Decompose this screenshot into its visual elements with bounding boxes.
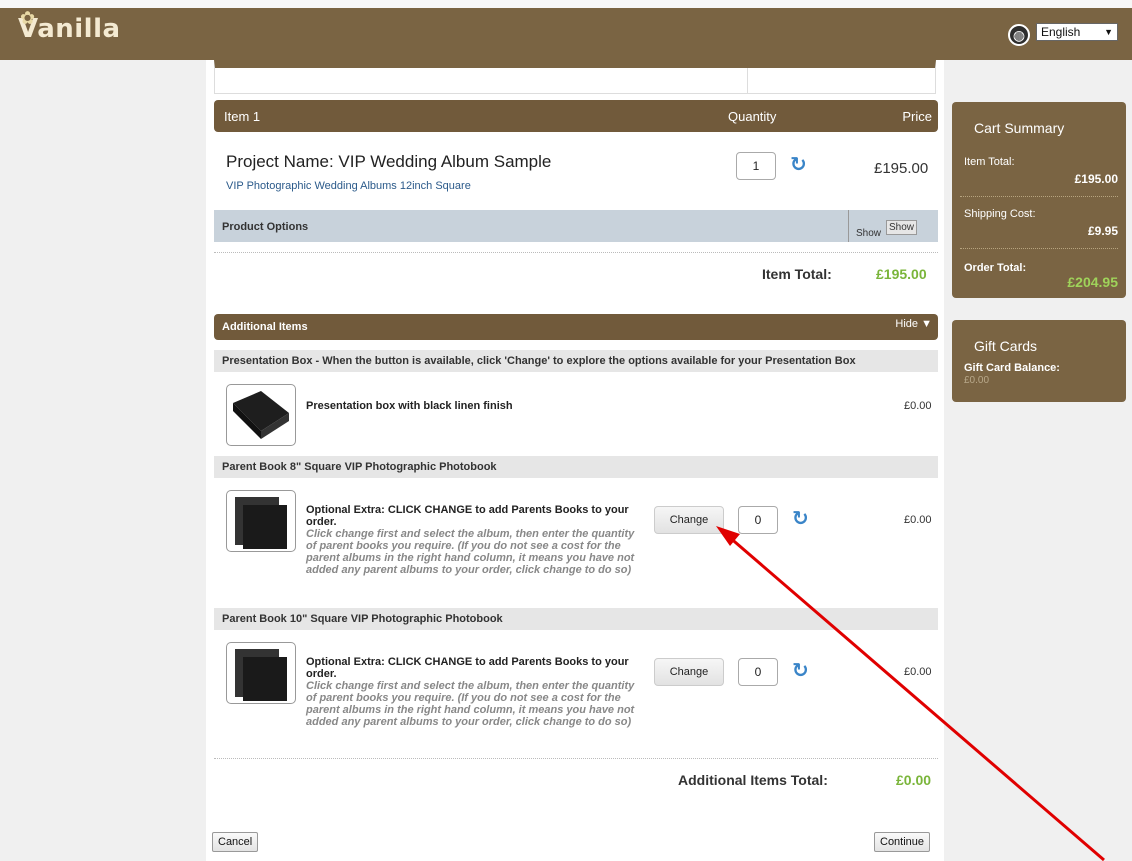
cancel-button[interactable]: Cancel bbox=[212, 832, 259, 852]
shipping-cost-value: £9.95 bbox=[1087, 224, 1118, 238]
parent-book-10-note: Click change first and select the album,… bbox=[306, 680, 635, 728]
divider bbox=[214, 252, 938, 253]
item-quantity-input[interactable]: 1 bbox=[736, 152, 776, 180]
parent-book-10-text: Optional Extra: CLICK CHANGE to add Pare… bbox=[306, 656, 629, 680]
chevron-down-icon: ▼ bbox=[1104, 27, 1113, 37]
item-header: Item 1 Quantity Price bbox=[214, 100, 938, 132]
cart-summary-panel: Cart Summary Item Total: £195.00 Shippin… bbox=[952, 102, 1126, 298]
item-header-title: Item 1 bbox=[224, 109, 261, 124]
grid-stub bbox=[214, 60, 936, 94]
parent-book-8-price: £0.00 bbox=[904, 514, 932, 526]
section-title: Parent Book 10" Square VIP Photographic … bbox=[222, 613, 503, 625]
refresh-icon[interactable]: ↻ bbox=[792, 506, 809, 531]
top-bar: ✿ Vanilla ◍ English ▼ bbox=[0, 0, 1132, 60]
section-presentation-box: Presentation Box - When the button is av… bbox=[214, 350, 938, 372]
product-subtitle[interactable]: VIP Photographic Wedding Albums 12inch S… bbox=[226, 180, 471, 192]
section-title: Presentation Box - When the button is av… bbox=[222, 355, 856, 367]
gift-card-balance-label: Gift Card Balance: bbox=[964, 362, 1060, 374]
product-options-bar[interactable]: Product Options Show Show bbox=[214, 210, 938, 242]
divider bbox=[214, 758, 938, 759]
project-name: Project Name: VIP Wedding Album Sample bbox=[226, 152, 552, 171]
change-button-10[interactable]: Change bbox=[654, 658, 724, 686]
gift-cards-panel: Gift Cards Gift Card Balance: £0.00 bbox=[952, 320, 1126, 402]
show-options-text[interactable]: Show bbox=[856, 228, 881, 239]
cart-main: Item 1 Quantity Price Project Name: VIP … bbox=[206, 60, 944, 861]
vanilla-logo[interactable]: ✿ Vanilla bbox=[18, 8, 121, 44]
item-total-value: £195.00 bbox=[876, 266, 927, 282]
hide-toggle[interactable]: Hide ▼ bbox=[895, 318, 932, 330]
parent-book-8-note: Click change first and select the album,… bbox=[306, 528, 635, 576]
section-parent-book-10: Parent Book 10" Square VIP Photographic … bbox=[214, 608, 938, 630]
presentation-box-price: £0.00 bbox=[904, 400, 932, 412]
additional-items-title: Additional Items bbox=[222, 321, 308, 333]
parent-book-8-description: Optional Extra: CLICK CHANGE to add Pare… bbox=[306, 504, 636, 576]
parent-book-10-quantity-input[interactable]: 0 bbox=[738, 658, 778, 686]
item-header-quantity: Quantity bbox=[728, 109, 777, 124]
parent-book-8-thumbnail bbox=[226, 490, 296, 552]
item-price: £195.00 bbox=[874, 160, 929, 177]
product-options-label: Product Options bbox=[222, 221, 309, 233]
language-selected: English bbox=[1041, 25, 1081, 39]
additional-items-header: Additional Items Hide ▼ bbox=[214, 314, 938, 340]
top-strip bbox=[0, 0, 1132, 8]
order-total-label: Order Total: bbox=[964, 262, 1027, 274]
section-title: Parent Book 8" Square VIP Photographic P… bbox=[222, 461, 497, 473]
parent-book-8-quantity-input[interactable]: 0 bbox=[738, 506, 778, 534]
refresh-icon[interactable]: ↻ bbox=[790, 152, 807, 177]
presentation-box-thumbnail bbox=[226, 384, 296, 446]
summary-item-total-value: £195.00 bbox=[1074, 172, 1118, 186]
show-options-image[interactable]: Show bbox=[886, 220, 918, 235]
flower-icon: ✿ bbox=[20, 8, 36, 29]
change-button-8[interactable]: Change bbox=[654, 506, 724, 534]
order-total-value: £204.95 bbox=[1067, 274, 1118, 290]
parent-book-10-thumbnail bbox=[226, 642, 296, 704]
additional-items-total-label: Additional Items Total: bbox=[678, 772, 828, 788]
additional-items-total-value: £0.00 bbox=[896, 772, 932, 788]
shipping-cost-label: Shipping Cost: bbox=[964, 208, 1036, 220]
globe-icon: ◍ bbox=[1008, 24, 1030, 46]
language-select[interactable]: English ▼ bbox=[1036, 23, 1118, 41]
continue-button[interactable]: Continue bbox=[874, 832, 931, 852]
parent-book-10-description: Optional Extra: CLICK CHANGE to add Pare… bbox=[306, 656, 636, 728]
presentation-box-description: Presentation box with black linen finish bbox=[306, 400, 513, 412]
section-parent-book-8: Parent Book 8" Square VIP Photographic P… bbox=[214, 456, 938, 478]
parent-book-8-text: Optional Extra: CLICK CHANGE to add Pare… bbox=[306, 504, 629, 528]
parent-book-10-price: £0.00 bbox=[904, 666, 932, 678]
item-total-label: Item Total: bbox=[762, 266, 832, 282]
item-header-price: Price bbox=[902, 109, 932, 124]
cart-summary-title: Cart Summary bbox=[974, 120, 1065, 136]
refresh-icon[interactable]: ↻ bbox=[792, 658, 809, 683]
gift-cards-title: Gift Cards bbox=[974, 338, 1038, 354]
summary-item-total-label: Item Total: bbox=[964, 156, 1015, 168]
gift-card-balance-value: £0.00 bbox=[964, 375, 990, 386]
